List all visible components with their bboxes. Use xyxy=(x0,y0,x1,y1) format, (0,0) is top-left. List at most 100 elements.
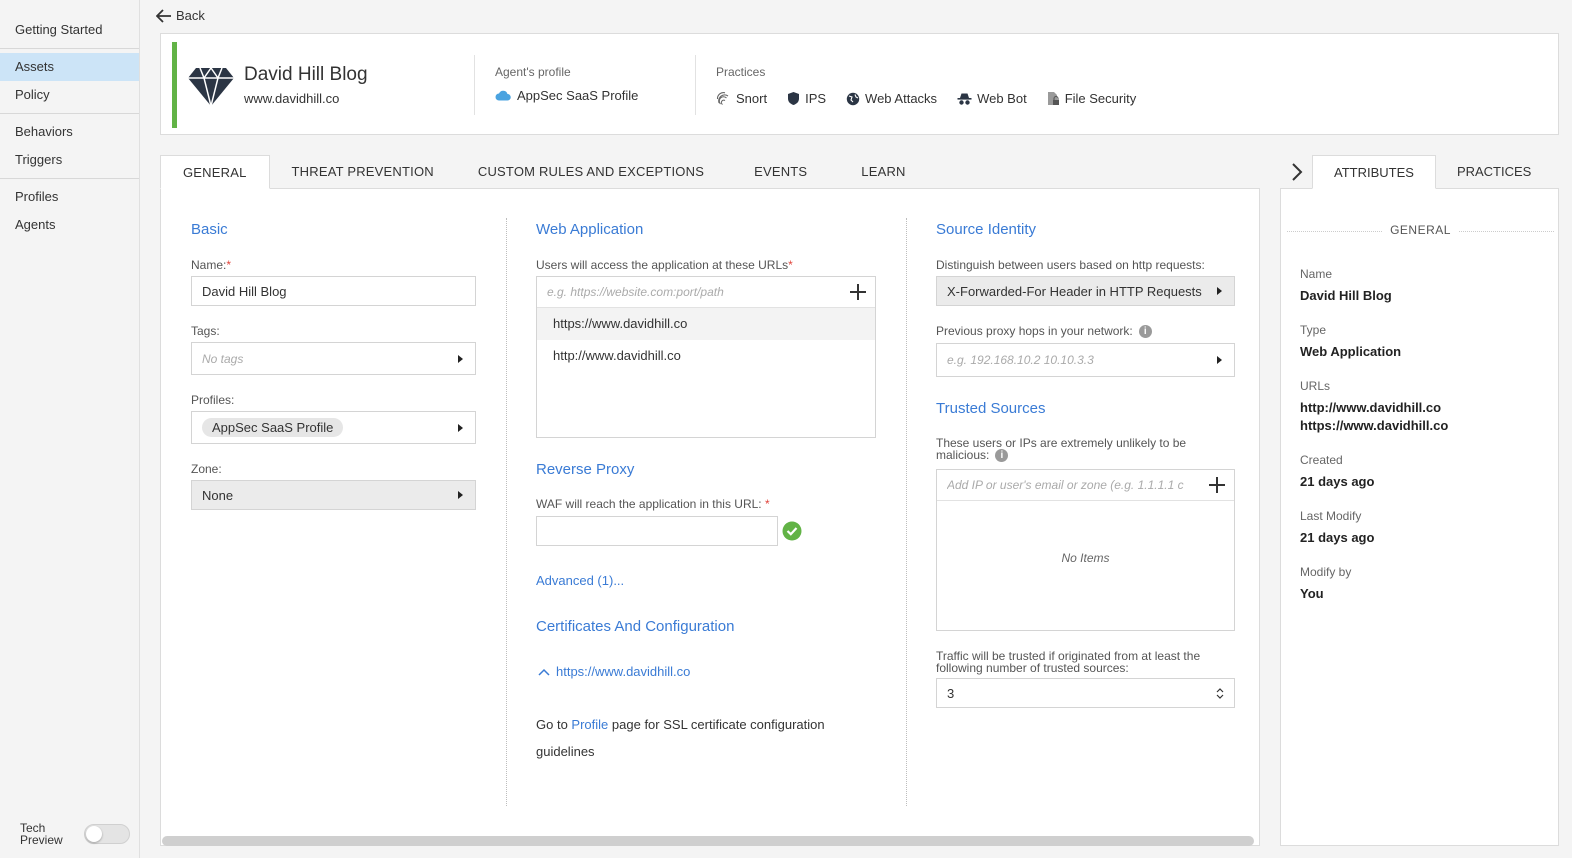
tags-placeholder: No tags xyxy=(202,351,244,366)
attr-modified-value: 21 days ago xyxy=(1300,530,1375,545)
attributes-tabs: ATTRIBUTES PRACTICES xyxy=(1312,155,1552,189)
sidebar-item-behaviors[interactable]: Behaviors xyxy=(0,118,139,146)
trusted-sources-list: Add IP or user's email or zone (e.g. 1.1… xyxy=(936,469,1235,631)
status-bar xyxy=(172,42,177,128)
attr-name-label: Name xyxy=(1300,267,1333,281)
diamond-icon xyxy=(188,66,234,107)
chevron-right-icon[interactable] xyxy=(1287,160,1307,184)
zone-select[interactable]: None xyxy=(191,480,476,510)
shield-icon xyxy=(788,92,800,105)
reverse-proxy-title: Reverse Proxy xyxy=(536,461,635,478)
distinguish-select[interactable]: X-Forwarded-For Header in HTTP Requests xyxy=(936,276,1235,306)
spy-icon xyxy=(957,93,972,105)
info-icon[interactable]: i xyxy=(995,449,1009,463)
url-list-item[interactable]: https://www.davidhill.co xyxy=(537,308,875,340)
url-input[interactable]: e.g. https://website.com:port/path xyxy=(537,277,875,308)
tab-attributes[interactable]: ATTRIBUTES xyxy=(1312,155,1436,189)
tags-select[interactable]: No tags xyxy=(191,342,476,375)
sidebar-divider xyxy=(0,48,139,49)
tab-practices[interactable]: PRACTICES xyxy=(1436,155,1552,189)
horizontal-scrollbar[interactable] xyxy=(162,836,1254,846)
urls-label-text: Users will access the application at the… xyxy=(536,258,789,272)
zone-label: Zone: xyxy=(191,462,222,476)
sidebar-item-triggers[interactable]: Triggers xyxy=(0,146,139,174)
profiles-select[interactable]: AppSec SaaS Profile xyxy=(191,411,476,444)
agent-profile[interactable]: AppSec SaaS Profile xyxy=(495,88,638,103)
practice-label: Snort xyxy=(736,91,768,106)
practice-web-bot[interactable]: Web Bot xyxy=(957,91,1027,106)
practice-label: Web Attacks xyxy=(865,91,938,106)
proxy-placeholder: e.g. 192.168.10.2 10.10.3.3 xyxy=(947,353,1094,367)
caret-right-icon xyxy=(458,423,463,432)
empty-state: No Items xyxy=(1061,551,1110,565)
proxy-label-text: Previous proxy hops in your network: xyxy=(936,324,1133,338)
divider xyxy=(474,55,475,115)
column-divider xyxy=(506,218,507,806)
attr-created-label: Created xyxy=(1300,453,1343,467)
tab-general[interactable]: GENERAL xyxy=(160,155,270,189)
practice-ips[interactable]: IPS xyxy=(787,91,826,106)
trusted-count-input[interactable]: 3 xyxy=(936,678,1235,708)
add-url-button[interactable] xyxy=(850,284,866,300)
back-button[interactable]: Back xyxy=(156,8,205,23)
urls-list: e.g. https://website.com:port/path https… xyxy=(536,276,876,438)
proxy-hops-input[interactable]: e.g. 192.168.10.2 10.10.3.3 xyxy=(936,343,1235,377)
toggle-knob xyxy=(86,826,102,842)
tab-events[interactable]: EVENTS xyxy=(726,155,839,189)
trusted-source-input[interactable]: Add IP or user's email or zone (e.g. 1.1… xyxy=(937,470,1234,501)
main-tabs: GENERAL THREAT PREVENTION CUSTOM RULES A… xyxy=(160,155,928,189)
globe-icon xyxy=(846,92,860,105)
certificate-item[interactable]: https://www.davidhill.co xyxy=(538,664,690,679)
tab-custom-rules[interactable]: CUSTOM RULES AND EXCEPTIONS xyxy=(456,155,726,189)
practice-label: Web Bot xyxy=(977,91,1027,106)
tech-preview-label: Tech Preview xyxy=(20,821,63,847)
ssl-guidelines: Go to Profile page for SSL certificate c… xyxy=(536,711,866,765)
tech-preview-toggle[interactable] xyxy=(84,824,130,844)
waf-label: WAF will reach the application in this U… xyxy=(536,497,770,511)
distinguish-value: X-Forwarded-For Header in HTTP Requests xyxy=(947,283,1202,299)
check-circle-icon xyxy=(782,521,802,541)
asset-header: David Hill Blog www.davidhill.co Agent's… xyxy=(160,33,1559,135)
sidebar-divider xyxy=(0,113,139,114)
attr-url-value: http://www.davidhill.co xyxy=(1300,400,1442,415)
sidebar-item-policy[interactable]: Policy xyxy=(0,81,139,109)
practices-label: Practices xyxy=(716,65,766,79)
arrow-left-icon xyxy=(156,8,171,23)
sidebar-item-getting-started[interactable]: Getting Started xyxy=(0,16,139,44)
advanced-link[interactable]: Advanced (1)... xyxy=(536,573,624,588)
practice-file-security[interactable]: File Security xyxy=(1047,91,1136,106)
attr-modified-by-value: You xyxy=(1300,586,1324,601)
url-list-item[interactable]: http://www.davidhill.co xyxy=(537,340,875,372)
waf-url-input[interactable] xyxy=(536,516,778,546)
attr-type-label: Type xyxy=(1300,323,1327,337)
practice-web-attacks[interactable]: Web Attacks xyxy=(846,91,937,106)
cloud-icon xyxy=(495,90,511,101)
name-label-text: Name: xyxy=(191,258,227,272)
add-trusted-source-button[interactable] xyxy=(1209,477,1225,493)
distinguish-label: Distinguish between users based on http … xyxy=(936,258,1205,272)
sidebar-item-profiles[interactable]: Profiles xyxy=(0,183,139,211)
chevron-up-icon xyxy=(538,668,550,676)
zone-value: None xyxy=(202,487,234,503)
practice-label: IPS xyxy=(805,91,827,106)
name-input[interactable]: David Hill Blog xyxy=(191,276,476,306)
caret-right-icon xyxy=(458,354,463,363)
caret-right-icon xyxy=(1217,287,1222,295)
trusted-placeholder: Add IP or user's email or zone (e.g. 1.1… xyxy=(947,478,1184,492)
tab-learn[interactable]: LEARN xyxy=(839,155,927,189)
profiles-label: Profiles: xyxy=(191,393,235,407)
required-mark: * xyxy=(226,258,232,272)
profile-chip: AppSec SaaS Profile xyxy=(202,418,344,437)
required-mark: * xyxy=(765,497,770,511)
practice-snort[interactable]: Snort xyxy=(716,91,767,106)
profile-link[interactable]: Profile xyxy=(571,717,608,732)
info-icon[interactable]: i xyxy=(1138,325,1152,339)
spinner-icon[interactable] xyxy=(1216,687,1224,700)
back-label: Back xyxy=(176,8,205,23)
tab-threat-prevention[interactable]: THREAT PREVENTION xyxy=(270,155,456,189)
divider xyxy=(695,55,696,115)
sidebar-item-assets[interactable]: Assets xyxy=(0,53,139,81)
sidebar-item-agents[interactable]: Agents xyxy=(0,211,139,239)
attr-url-value: https://www.davidhill.co xyxy=(1300,418,1449,433)
basic-title: Basic xyxy=(191,221,228,238)
